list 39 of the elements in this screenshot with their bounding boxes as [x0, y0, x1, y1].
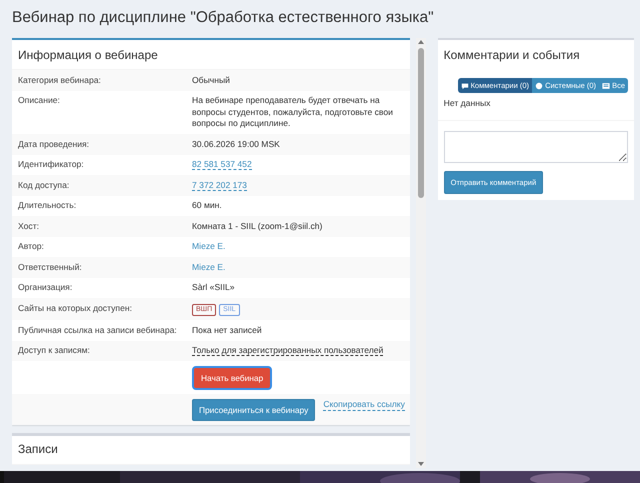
field-label: Дата проведения: [18, 138, 90, 150]
empty-message: Нет данных [438, 93, 634, 122]
list-icon [602, 82, 610, 90]
speech-bubble-icon [460, 82, 469, 90]
copyable-value[interactable]: 7 372 202 173 [192, 180, 247, 190]
page-title: Вебинар по дисциплине "Обработка естественного языка" [12, 8, 435, 28]
field-label: Идентификатор: [18, 159, 85, 170]
scrollbar[interactable] [416, 38, 426, 468]
field-label: Сайты на которых доступен: [18, 302, 133, 315]
field-label: Длительность: [18, 200, 78, 212]
field-value: Обычный [192, 74, 230, 84]
field-value: 60 мин. [192, 200, 222, 210]
access-setting[interactable]: Только для зарегистрированных пользователей [192, 345, 384, 356]
field-label: Доступ к записям: [18, 345, 91, 356]
field-label: Код доступа: [18, 180, 70, 191]
comment-field[interactable] [444, 131, 628, 164]
circle-icon [535, 82, 544, 90]
author-link[interactable]: Mieze E. [192, 241, 226, 251]
field-value: 30.06.2026 19:00 MSK [192, 138, 280, 148]
panel-title: Комментарии и события [442, 47, 581, 64]
start-webinar-button[interactable]: Начать вебинар [192, 366, 272, 390]
copy-link[interactable]: Скопировать ссылку [323, 398, 405, 411]
copyable-value[interactable]: 82 581 537 452 [192, 159, 252, 170]
field-label: Ответственный: [18, 262, 83, 273]
scroll-up-icon[interactable] [417, 38, 425, 46]
field-value: На вебинаре преподаватель будет отвечать на вопросы студентов, пожалуйста, подготовьте свои вопросы по дисциплине. [192, 95, 393, 128]
field-label: Категория вебинара: [18, 74, 102, 86]
field-label: Автор: [18, 241, 45, 252]
field-value: Комната 1 - SIIL (zoom-1@siil.ch) [192, 220, 322, 230]
author-link[interactable]: Mieze E. [192, 262, 226, 272]
field-value: Пока нет записей [192, 324, 262, 334]
field-label: Публичная ссылка на записи вебинара: [18, 324, 178, 336]
field-label: Описание: [18, 95, 61, 107]
field-label: Хост: [18, 220, 40, 232]
field-label: Организация: [18, 282, 74, 294]
field-value: Sàrl «SIIL» [192, 282, 235, 292]
join-webinar-button[interactable]: Присоединиться к вебинару [192, 398, 316, 420]
panel-title: Записи [12, 436, 410, 465]
scroll-down-icon[interactable] [417, 460, 425, 468]
